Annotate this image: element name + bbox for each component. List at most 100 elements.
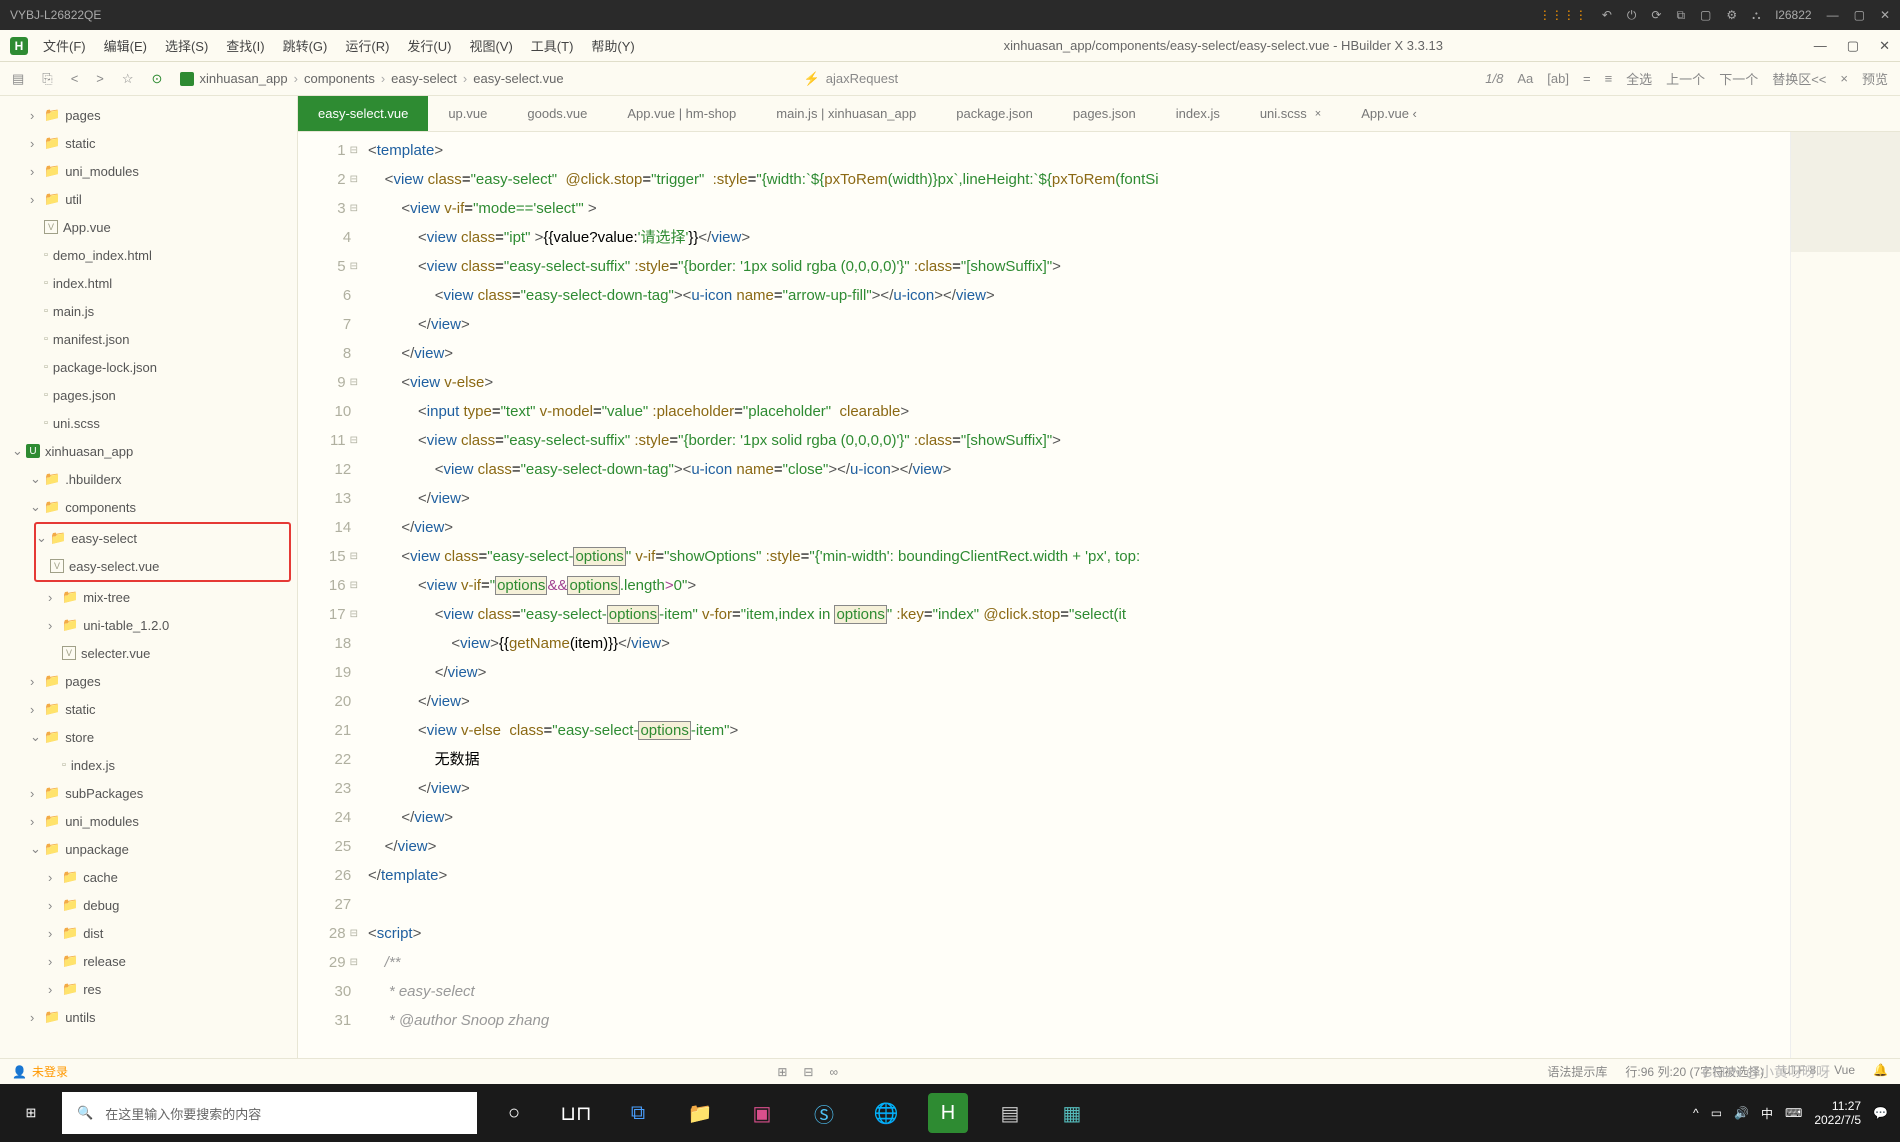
function-indicator[interactable]: ⚡ajaxRequest xyxy=(804,71,898,87)
tree-item[interactable]: ⌄📁unpackage xyxy=(0,835,297,863)
btn-preview[interactable]: 预览 xyxy=(1862,69,1888,88)
bell-icon[interactable]: 🔔 xyxy=(1873,1063,1888,1080)
status-icon-2[interactable]: ⊟ xyxy=(803,1065,813,1079)
tree-item[interactable]: ›📁cache xyxy=(0,863,297,891)
task-hbuilder[interactable]: H xyxy=(928,1093,968,1133)
menu-run[interactable]: 运行(R) xyxy=(345,36,389,55)
tree-item[interactable]: ▫index.js xyxy=(0,751,297,779)
tree-item[interactable]: Vselecter.vue xyxy=(0,639,297,667)
tray-chevron-icon[interactable]: ^ xyxy=(1693,1106,1699,1120)
play-icon[interactable]: ⊙ xyxy=(152,71,163,87)
tray-keyboard-icon[interactable]: ⌨ xyxy=(1785,1106,1802,1120)
editor-tab[interactable]: uni.scss× xyxy=(1240,96,1341,131)
tree-item[interactable]: ▫main.js xyxy=(0,297,297,325)
btn-selectall[interactable]: 全选 xyxy=(1626,69,1652,88)
tree-item[interactable]: ›📁mix-tree xyxy=(0,583,297,611)
loading-icon[interactable]: ⟳ xyxy=(1651,8,1661,22)
btn-close-search[interactable]: × xyxy=(1840,71,1848,86)
gear-icon[interactable]: ⚙ xyxy=(1726,8,1737,22)
btn-prev[interactable]: 上一个 xyxy=(1666,69,1705,88)
star-icon[interactable]: ☆ xyxy=(122,71,134,87)
square-icon[interactable]: ▢ xyxy=(1700,8,1711,22)
taskbar-search[interactable]: 🔍 在这里输入你要搜索的内容 xyxy=(62,1092,477,1134)
opt-word[interactable]: [ab] xyxy=(1547,71,1569,86)
task-app2[interactable]: ▦ xyxy=(1041,1084,1103,1142)
tree-item[interactable]: Veasy-select.vue xyxy=(36,552,289,580)
overlap-icon[interactable]: ⧉ xyxy=(1676,8,1685,23)
tree-item[interactable]: ›📁uni_modules xyxy=(0,807,297,835)
editor-tab[interactable]: easy-select.vue xyxy=(298,96,428,131)
task-explorer[interactable]: 📁 xyxy=(669,1084,731,1142)
people-icon[interactable]: ⛬ xyxy=(1752,8,1760,23)
start-button[interactable]: ⊞ xyxy=(0,1084,62,1142)
menu-select[interactable]: 选择(S) xyxy=(165,36,208,55)
login-status[interactable]: 👤未登录 xyxy=(12,1063,68,1080)
tree-item[interactable]: ›📁pages xyxy=(0,101,297,129)
task-vscode[interactable]: ⧉ xyxy=(607,1084,669,1142)
editor-tab[interactable]: package.json xyxy=(936,96,1053,131)
breadcrumb[interactable]: xinhuasan_app› components› easy-select› … xyxy=(180,71,563,86)
tree-item[interactable]: ›📁release xyxy=(0,947,297,975)
editor-tab[interactable]: goods.vue xyxy=(507,96,607,131)
task-skype[interactable]: Ⓢ xyxy=(793,1084,855,1142)
menu-publish[interactable]: 发行(U) xyxy=(407,36,451,55)
tree-item[interactable]: ›📁dist xyxy=(0,919,297,947)
editor-tab[interactable]: main.js | xinhuasan_app xyxy=(756,96,936,131)
panel-icon[interactable]: ▤ xyxy=(12,71,24,87)
task-app1[interactable]: ▣ xyxy=(731,1084,793,1142)
tree-item[interactable]: ▫uni.scss xyxy=(0,409,297,437)
tree-item[interactable]: ›📁static xyxy=(0,129,297,157)
system-tray[interactable]: ^ ▭ 🔊 中 ⌨ 11:27 2022/7/5 💬 xyxy=(1693,1099,1900,1128)
editor-tab[interactable]: App.vue ‹ xyxy=(1341,96,1437,131)
menu-tools[interactable]: 工具(T) xyxy=(531,36,574,55)
menu-view[interactable]: 视图(V) xyxy=(469,36,512,55)
status-icon-1[interactable]: ⊞ xyxy=(777,1065,787,1079)
tree-item[interactable]: ›📁uni_modules xyxy=(0,157,297,185)
minimize-icon[interactable]: — xyxy=(1827,8,1839,22)
tree-item[interactable]: ⌄📁store xyxy=(0,723,297,751)
minimap[interactable] xyxy=(1790,132,1900,1058)
task-chrome[interactable]: 🌐 xyxy=(855,1084,917,1142)
task-view[interactable]: ⊔⊓ xyxy=(545,1084,607,1142)
opt-lines[interactable]: ≡ xyxy=(1605,71,1613,86)
menu-edit[interactable]: 编辑(E) xyxy=(104,36,147,55)
code-editor[interactable]: <template> <view class="easy-select" @cl… xyxy=(368,132,1790,1058)
menu-goto[interactable]: 跳转(G) xyxy=(283,36,328,55)
tree-item[interactable]: ▫package-lock.json xyxy=(0,353,297,381)
tree-item[interactable]: ▫pages.json xyxy=(0,381,297,409)
task-notepad[interactable]: ▤ xyxy=(979,1084,1041,1142)
opt-case[interactable]: Aa xyxy=(1517,71,1533,86)
tray-notification-icon[interactable]: 💬 xyxy=(1873,1106,1888,1120)
clock[interactable]: 11:27 2022/7/5 xyxy=(1814,1099,1861,1128)
tray-battery-icon[interactable]: ▭ xyxy=(1711,1106,1722,1120)
tree-item[interactable]: ▫manifest.json xyxy=(0,325,297,353)
status-icon-3[interactable]: ∞ xyxy=(829,1065,838,1079)
power-icon[interactable]: ⏻ xyxy=(1627,8,1637,23)
tray-volume-icon[interactable]: 🔊 xyxy=(1734,1106,1749,1120)
tree-item[interactable]: ⌄📁components xyxy=(0,493,297,521)
editor-tab[interactable]: App.vue | hm-shop xyxy=(607,96,756,131)
tree-item[interactable]: ›📁util xyxy=(0,185,297,213)
tree-item[interactable]: ›📁untils xyxy=(0,1003,297,1031)
btn-replace[interactable]: 替换区<< xyxy=(1772,69,1826,88)
editor-tab[interactable]: pages.json xyxy=(1053,96,1156,131)
newfile-icon[interactable]: ⎘ xyxy=(42,71,52,87)
language[interactable]: Vue xyxy=(1834,1063,1855,1080)
tree-item[interactable]: ⌄Uxinhuasan_app xyxy=(0,437,297,465)
app-maximize-icon[interactable]: ▢ xyxy=(1847,38,1859,54)
tree-item[interactable]: ›📁subPackages xyxy=(0,779,297,807)
btn-next[interactable]: 下一个 xyxy=(1719,69,1758,88)
app-minimize-icon[interactable]: — xyxy=(1814,38,1827,53)
close-icon[interactable]: ✕ xyxy=(1880,8,1890,22)
editor-tab[interactable]: up.vue xyxy=(428,96,507,131)
tree-item[interactable]: ⌄📁easy-select xyxy=(36,524,289,552)
tree-item[interactable]: ▫index.html xyxy=(0,269,297,297)
tree-item[interactable]: ⌄📁.hbuilderx xyxy=(0,465,297,493)
app-close-icon[interactable]: ✕ xyxy=(1879,38,1890,54)
tree-item[interactable]: ›📁uni-table_1.2.0 xyxy=(0,611,297,639)
reply-icon[interactable]: ↶ xyxy=(1602,8,1612,22)
tree-item[interactable]: ›📁debug xyxy=(0,891,297,919)
maximize-icon[interactable]: ▢ xyxy=(1854,8,1865,22)
tree-item[interactable]: VApp.vue xyxy=(0,213,297,241)
editor-tab[interactable]: index.js xyxy=(1156,96,1240,131)
